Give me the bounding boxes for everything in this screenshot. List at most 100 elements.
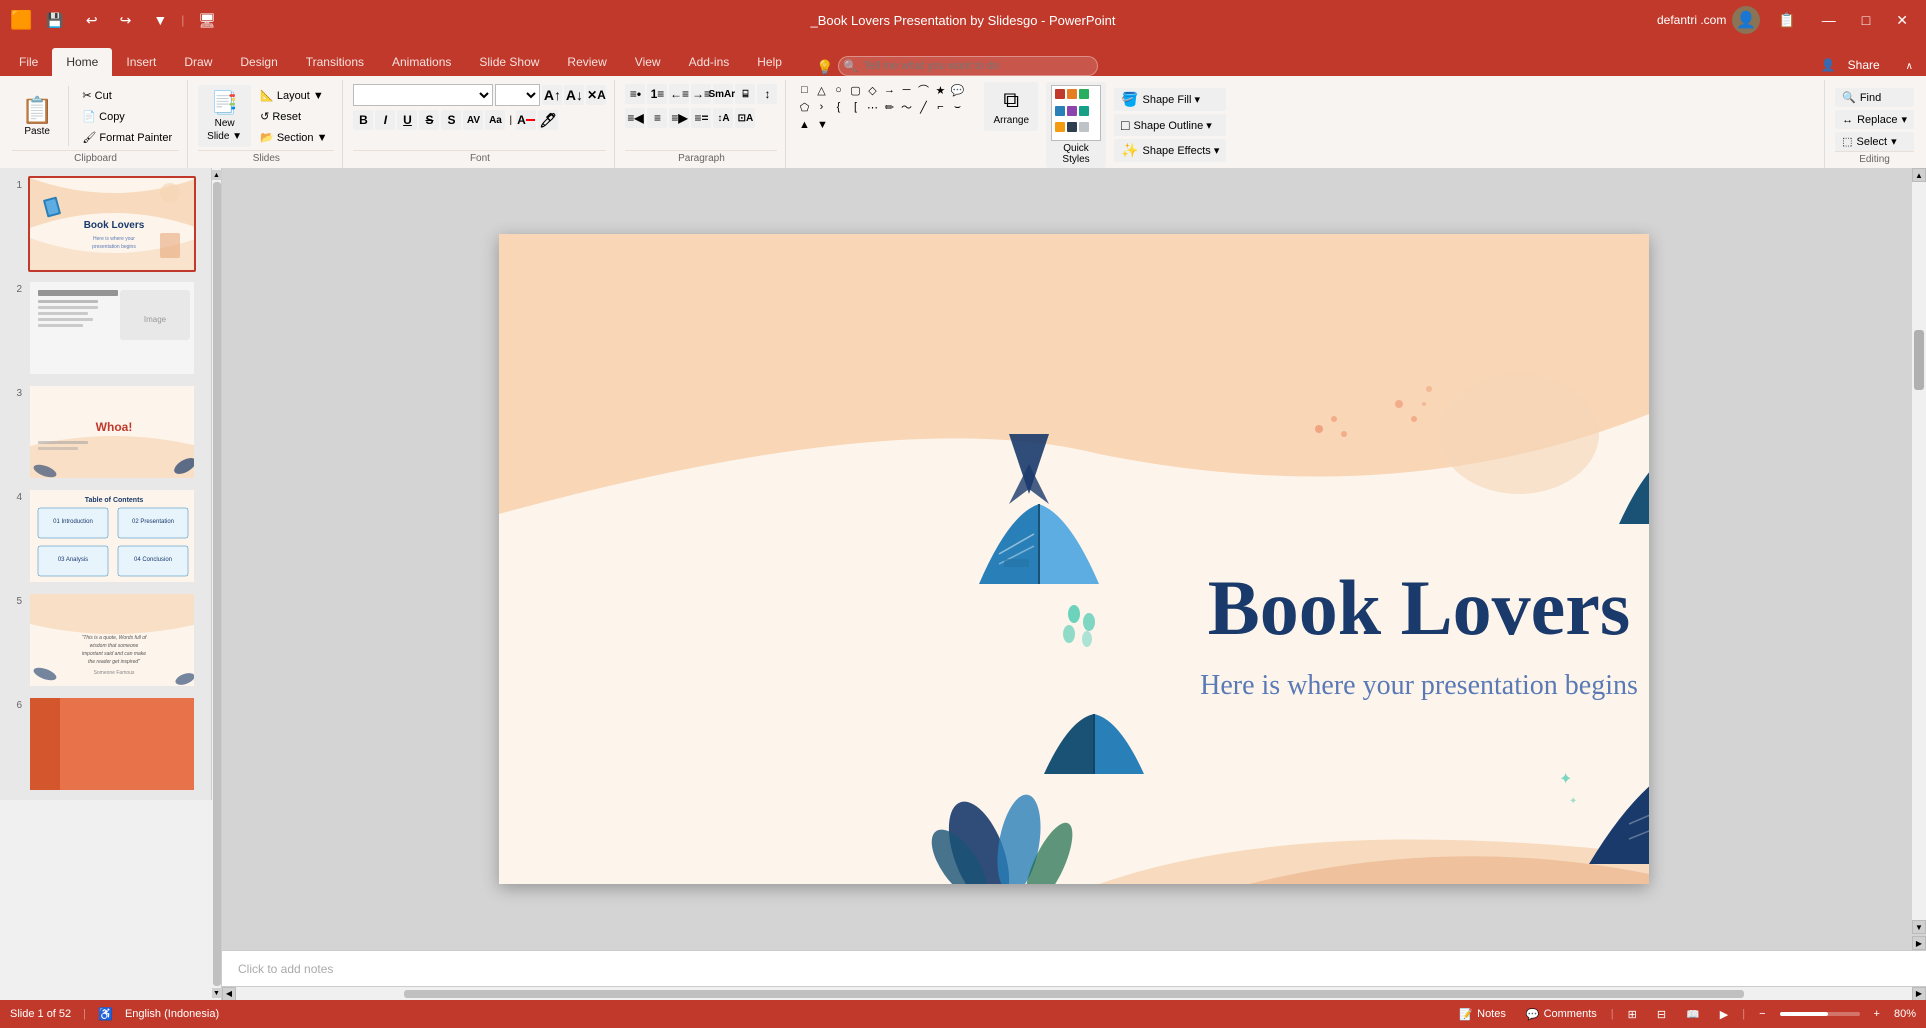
h-scroll-left-btn[interactable]: ◀ [222,987,236,1001]
canvas-scroll-down-btn[interactable]: ▼ [1912,920,1926,934]
zoom-in-btn[interactable]: + [1868,1006,1886,1022]
h-scroll-right-btn[interactable]: ▶ [1912,987,1926,1001]
text-direction-button[interactable]: ↕A [713,108,733,128]
shadow-button[interactable]: S [441,110,461,130]
slide-canvas[interactable]: Book Lovers Here is where your presentat… [499,234,1649,884]
tab-review[interactable]: Review [553,48,620,76]
align-left-button[interactable]: ≡◀ [625,108,645,128]
tab-insert[interactable]: Insert [112,48,170,76]
shape-curve-btn[interactable]: ⌒ [915,82,931,98]
ribbon-display-button[interactable]: 📋 [1770,8,1803,33]
share-button[interactable]: Share [1840,54,1888,76]
bold-button[interactable]: B [353,110,373,130]
notes-status-btn[interactable]: 📝 Notes [1453,1006,1511,1023]
shape-scroll-up-btn[interactable]: ▲ [796,117,812,133]
slide-scroll-up-btn[interactable]: ▲ [212,170,222,180]
shape-pentagon-btn[interactable]: ⬠ [796,99,812,115]
font-size-decrease-button[interactable]: A↓ [564,85,584,105]
strikethrough-button[interactable]: S [419,110,439,130]
font-size-increase-button[interactable]: A↑ [542,85,562,105]
clear-format-button[interactable]: ✕A [586,85,606,105]
decrease-indent-button[interactable]: ←≡ [669,84,689,104]
canvas-scroll-up-btn[interactable]: ▲ [1912,168,1926,182]
align-right-button[interactable]: ≡▶ [669,108,689,128]
underline-button[interactable]: U [397,110,417,130]
shape-line-btn[interactable]: ─ [898,82,914,98]
shape-diamond-btn[interactable]: ◇ [864,82,880,98]
cut-button[interactable]: ✂ Cut [75,86,179,105]
close-button[interactable]: ✕ [1888,8,1916,33]
tellme-input[interactable] [838,56,1098,76]
numbering-button[interactable]: 1≡ [647,84,667,104]
zoom-slider[interactable] [1780,1012,1860,1016]
columns-button[interactable]: ⌸ [735,84,755,104]
shape-arrow-btn[interactable]: → [881,82,897,98]
shape-more-btn[interactable]: ⋯ [864,99,880,115]
redo-button[interactable]: ↪ [112,8,140,33]
tab-draw[interactable]: Draw [170,48,226,76]
slide-thumb-1[interactable]: 1 Book Lo [6,176,205,272]
shape-callout-btn[interactable]: 💬 [949,82,965,98]
highlight-button[interactable]: 🖊 [538,110,558,130]
shape-tri-btn[interactable]: △ [813,82,829,98]
canvas-area[interactable]: Book Lovers Here is where your presentat… [222,168,1926,950]
replace-button[interactable]: ↔ Replace ▾ [1835,110,1914,129]
copy-button[interactable]: 📄 Copy [75,107,179,126]
undo-button[interactable]: ↩ [78,8,106,33]
smartart-button[interactable]: SmArt [713,84,733,104]
shape-brace-btn[interactable]: { [830,99,846,115]
find-button[interactable]: 🔍 Find [1835,88,1914,107]
font-family-selector[interactable] [353,84,493,106]
justify-button[interactable]: ≡= [691,108,711,128]
save-button[interactable]: 💾 [38,8,71,33]
shape-scribble-btn[interactable]: 〜 [898,99,914,115]
customize-qat-button[interactable]: ▼ [145,8,175,32]
line-spacing-button[interactable]: ↕ [757,84,777,104]
presentation-view-btn[interactable]: ▶ [1714,1006,1734,1023]
slide-sorter-btn[interactable]: ⊟ [1651,1006,1672,1023]
shape-rect-btn[interactable]: □ [796,82,812,98]
arrange-button[interactable]: ⧉ Arrange [984,82,1038,131]
tab-home[interactable]: Home [52,48,112,76]
tab-file[interactable]: File [5,48,52,76]
comments-status-btn[interactable]: 💬 Comments [1520,1006,1603,1023]
shape-scroll-down-btn[interactable]: ▼ [814,117,830,133]
text-align-button[interactable]: ⊡A [735,108,755,128]
tab-design[interactable]: Design [226,48,291,76]
font-color-button[interactable]: A [516,110,536,130]
normal-view-btn[interactable]: ⊞ [1622,1006,1643,1023]
tab-help[interactable]: Help [743,48,796,76]
reset-button[interactable]: ↺ Reset [253,107,334,126]
reading-view-btn[interactable]: 📖 [1680,1006,1706,1023]
tab-view[interactable]: View [621,48,675,76]
user-avatar[interactable]: 👤 [1732,6,1760,34]
slide-thumb-4[interactable]: 4 Table of Contents 01 Introduction 02 P… [6,488,205,584]
slide-thumb-3[interactable]: 3 Whoa! [6,384,205,480]
maximize-button[interactable]: □ [1854,8,1878,32]
canvas-scroll-right-btn[interactable]: ▶ [1912,936,1926,950]
select-button[interactable]: ⬚ Select ▾ [1835,132,1914,151]
slide-scroll-down-btn[interactable]: ▼ [212,988,222,998]
font-size-selector[interactable] [495,84,540,106]
notes-area[interactable]: Click to add notes [222,950,1926,986]
shape-outline-button[interactable]: □ Shape Outline ▾ [1114,114,1226,136]
shape-star-btn[interactable]: ★ [932,82,948,98]
italic-button[interactable]: I [375,110,395,130]
shape-fill-button[interactable]: 🪣 Shape Fill ▾ [1114,88,1226,111]
tab-addins[interactable]: Add-ins [675,48,744,76]
tab-slideshow[interactable]: Slide Show [465,48,553,76]
shape-freeform-btn[interactable]: ✏ [881,99,897,115]
shape-circle-btn[interactable]: ○ [830,82,846,98]
paste-button[interactable]: 📋 Paste [12,90,62,142]
slide-thumb-6[interactable]: 6 [6,696,205,792]
tab-animations[interactable]: Animations [378,48,465,76]
minimize-button[interactable]: — [1814,8,1844,32]
case-button[interactable]: Aa [485,110,505,130]
shape-elbow-btn[interactable]: ⌐ [932,99,948,115]
shape-effects-button[interactable]: ✨ Shape Effects ▾ [1114,139,1226,162]
layout-button[interactable]: 📐 Layout ▼ [253,86,334,105]
shape-bracket-btn[interactable]: [ [847,99,863,115]
slide-thumb-5[interactable]: 5 "This is a quote, Words full of wisdom… [6,592,205,688]
shape-rounded-btn[interactable]: ▢ [847,82,863,98]
section-button[interactable]: 📂 Section ▼ [253,128,334,147]
